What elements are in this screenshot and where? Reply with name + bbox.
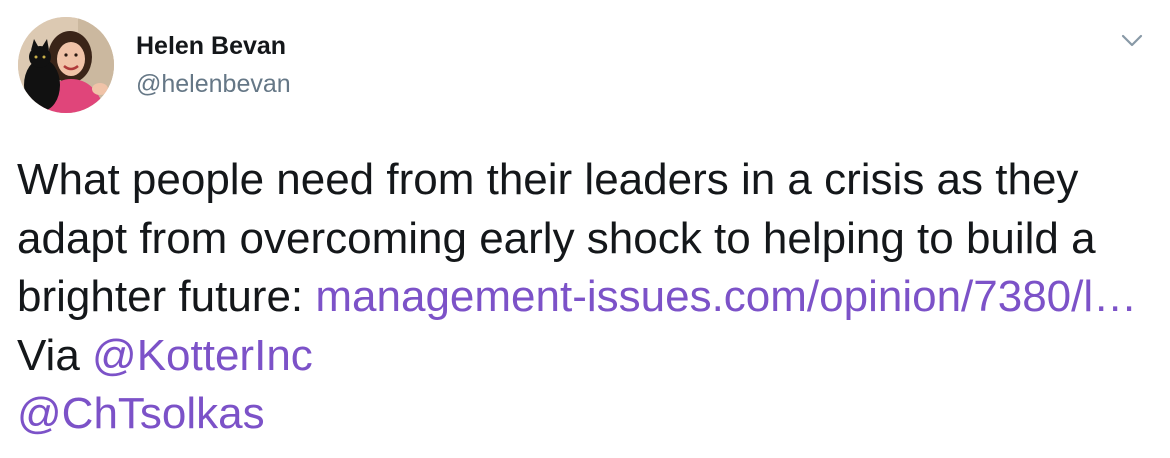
mention-kotterinc[interactable]: @KotterInc (92, 331, 313, 380)
tweet-link[interactable]: management-issues.com/opinion/7380/l… (315, 272, 1137, 321)
mention-chtsolkas[interactable]: @ChTsolkas (17, 389, 265, 438)
avatar-photo (18, 17, 114, 113)
author-name[interactable]: Helen Bevan (136, 31, 291, 61)
tweet-card: Helen Bevan @helenbevan What people need… (0, 0, 1170, 458)
author-handle[interactable]: @helenbevan (136, 69, 291, 99)
author-block: Helen Bevan @helenbevan (136, 31, 291, 99)
chevron-down-icon (1121, 34, 1143, 47)
avatar[interactable] (18, 17, 114, 113)
via-label: Via (17, 330, 93, 380)
tweet-menu-button[interactable] (1118, 26, 1146, 54)
tweet-text: What people need from their leaders in a… (17, 151, 1142, 444)
